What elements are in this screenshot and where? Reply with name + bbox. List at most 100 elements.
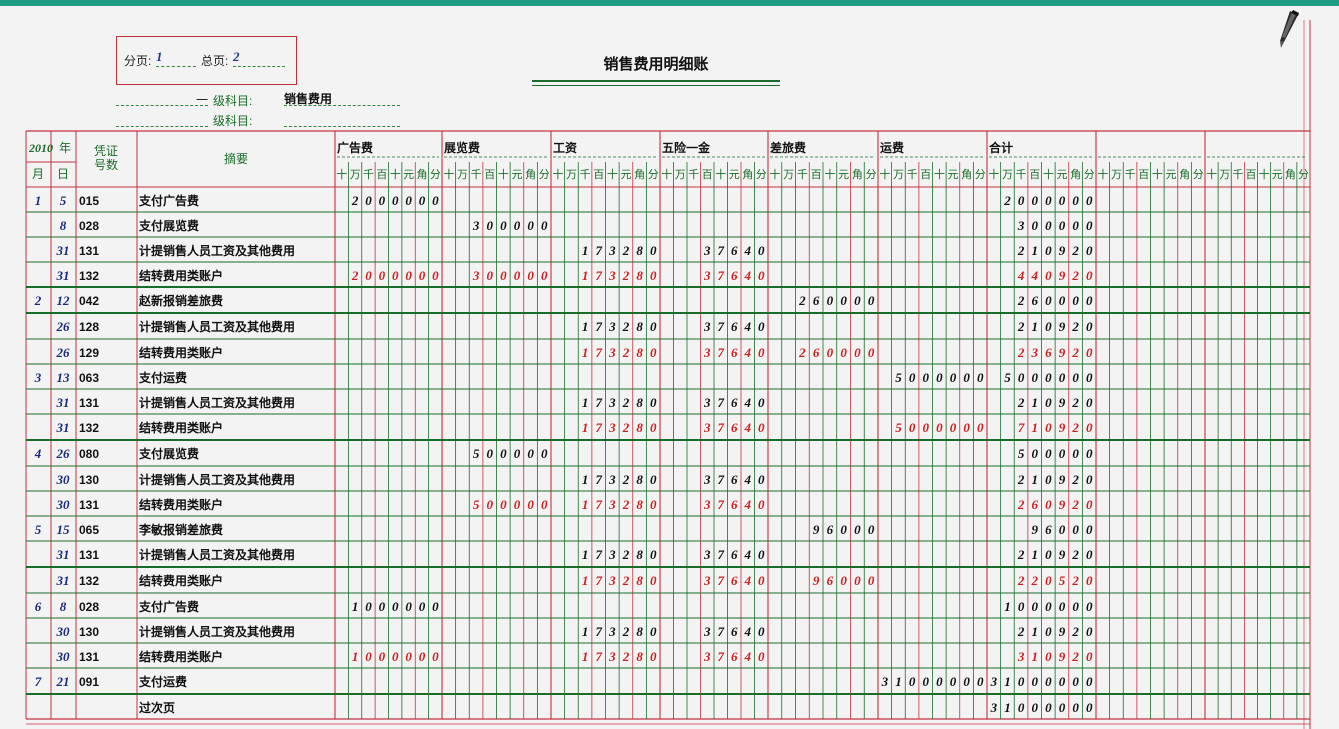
amount-digit: 3 bbox=[472, 268, 480, 283]
amount-digit: 0 bbox=[936, 370, 943, 385]
amount-digit: 1 bbox=[1004, 599, 1011, 614]
amount-digit: 0 bbox=[650, 268, 657, 283]
amount-digit: 0 bbox=[650, 573, 657, 588]
amount-digit: 0 bbox=[909, 370, 916, 385]
amount-digit: 0 bbox=[527, 218, 534, 233]
row-summary: 计提销售人员工资及其他费用 bbox=[139, 395, 295, 410]
amount-digit: 7 bbox=[718, 573, 725, 588]
digit-label: 十 bbox=[988, 167, 999, 181]
amount-digit: 9 bbox=[1059, 395, 1066, 410]
amount-digit: 3 bbox=[608, 243, 616, 258]
amount-digit: 7 bbox=[595, 624, 602, 639]
amount-digit: 0 bbox=[541, 218, 548, 233]
row-day: 30 bbox=[56, 497, 71, 512]
amount-digit: 0 bbox=[650, 624, 657, 639]
amount-digit: 9 bbox=[1059, 547, 1066, 562]
amount-digit: 2 bbox=[1071, 497, 1079, 512]
amount-digit: 5 bbox=[473, 446, 480, 461]
amount-digit: 0 bbox=[650, 649, 657, 664]
amount-digit: 0 bbox=[950, 420, 957, 435]
amount-digit: 6 bbox=[731, 268, 738, 283]
amount-digit: 0 bbox=[1031, 370, 1038, 385]
amount-digit: 4 bbox=[1030, 268, 1038, 283]
amount-digit: 0 bbox=[1018, 700, 1025, 715]
amount-digit: 0 bbox=[1031, 446, 1038, 461]
digit-label: 元 bbox=[1056, 169, 1067, 181]
amount-digit: 0 bbox=[1072, 218, 1079, 233]
digit-label: 元 bbox=[511, 169, 522, 181]
amount-digit: 0 bbox=[1086, 319, 1093, 334]
amount-digit: 4 bbox=[744, 649, 752, 664]
amount-digit: 4 bbox=[744, 547, 752, 562]
amount-digit: 1 bbox=[582, 624, 589, 639]
amount-digit: 0 bbox=[854, 345, 861, 360]
row-day: 30 bbox=[56, 624, 71, 639]
amount-digit: 9 bbox=[1059, 624, 1066, 639]
amount-digit: 6 bbox=[813, 345, 820, 360]
amount-digit: 0 bbox=[936, 420, 943, 435]
amount-digit: 0 bbox=[527, 268, 534, 283]
amount-digit: 2 bbox=[1071, 573, 1079, 588]
amount-digit: 0 bbox=[365, 268, 372, 283]
row-day: 5 bbox=[60, 193, 67, 208]
row-day: 26 bbox=[56, 345, 71, 360]
amount-digit: 0 bbox=[1031, 700, 1038, 715]
amount-digit: 2 bbox=[1071, 243, 1079, 258]
digit-label: 分 bbox=[430, 168, 441, 181]
amount-digit: 0 bbox=[486, 446, 493, 461]
amount-digit: 0 bbox=[1045, 573, 1052, 588]
row-summary: 结转费用类账户 bbox=[139, 420, 223, 435]
digit-label: 角 bbox=[1179, 168, 1190, 181]
amount-digit: 0 bbox=[1086, 243, 1093, 258]
amount-digit: 9 bbox=[813, 522, 820, 537]
amount-digit: 1 bbox=[582, 243, 589, 258]
amount-digit: 0 bbox=[758, 649, 765, 664]
digit-label: 十 bbox=[443, 167, 454, 181]
amount-digit: 0 bbox=[514, 268, 521, 283]
digit-label: 元 bbox=[947, 169, 958, 181]
amount-digit: 0 bbox=[1086, 395, 1093, 410]
column-header-5: 运费 bbox=[880, 140, 904, 155]
amount-digit: 0 bbox=[541, 268, 548, 283]
amount-digit: 8 bbox=[636, 319, 643, 334]
amount-digit: 0 bbox=[758, 573, 765, 588]
amount-digit: 8 bbox=[636, 624, 643, 639]
amount-digit: 0 bbox=[977, 674, 984, 689]
amount-digit: 1 bbox=[352, 649, 359, 664]
amount-digit: 0 bbox=[758, 547, 765, 562]
amount-digit: 8 bbox=[636, 497, 643, 512]
amount-digit: 2 bbox=[622, 268, 630, 283]
amount-digit: 0 bbox=[922, 420, 929, 435]
year-value: 2010 bbox=[28, 141, 53, 155]
digit-label: 千 bbox=[907, 168, 918, 181]
amount-digit: 1 bbox=[582, 345, 589, 360]
amount-digit: 0 bbox=[868, 522, 875, 537]
amount-digit: 0 bbox=[1031, 193, 1038, 208]
amount-digit: 0 bbox=[854, 522, 861, 537]
amount-digit: 9 bbox=[1059, 268, 1066, 283]
amount-digit: 2 bbox=[1030, 573, 1038, 588]
amount-digit: 3 bbox=[608, 624, 616, 639]
amount-digit: 0 bbox=[514, 218, 521, 233]
row-voucher: 131 bbox=[79, 244, 99, 258]
amount-digit: 3 bbox=[703, 420, 711, 435]
row-voucher: 131 bbox=[79, 498, 99, 512]
amount-digit: 3 bbox=[608, 649, 616, 664]
amount-digit: 0 bbox=[1072, 293, 1079, 308]
column-header-2: 工资 bbox=[553, 140, 577, 155]
digit-label: 万 bbox=[675, 169, 686, 181]
amount-digit: 2 bbox=[622, 319, 630, 334]
amount-digit: 4 bbox=[744, 319, 752, 334]
amount-digit: 8 bbox=[636, 345, 643, 360]
digit-label: 千 bbox=[1232, 168, 1243, 181]
digit-label: 十 bbox=[390, 167, 401, 181]
amount-digit: 8 bbox=[636, 573, 643, 588]
amount-digit: 0 bbox=[1031, 599, 1038, 614]
digit-label: 千 bbox=[688, 168, 699, 181]
amount-digit: 0 bbox=[1086, 420, 1093, 435]
amount-digit: 3 bbox=[703, 573, 711, 588]
amount-digit: 0 bbox=[950, 674, 957, 689]
amount-digit: 0 bbox=[541, 497, 548, 512]
amount-digit: 0 bbox=[854, 573, 861, 588]
amount-digit: 0 bbox=[1086, 345, 1093, 360]
